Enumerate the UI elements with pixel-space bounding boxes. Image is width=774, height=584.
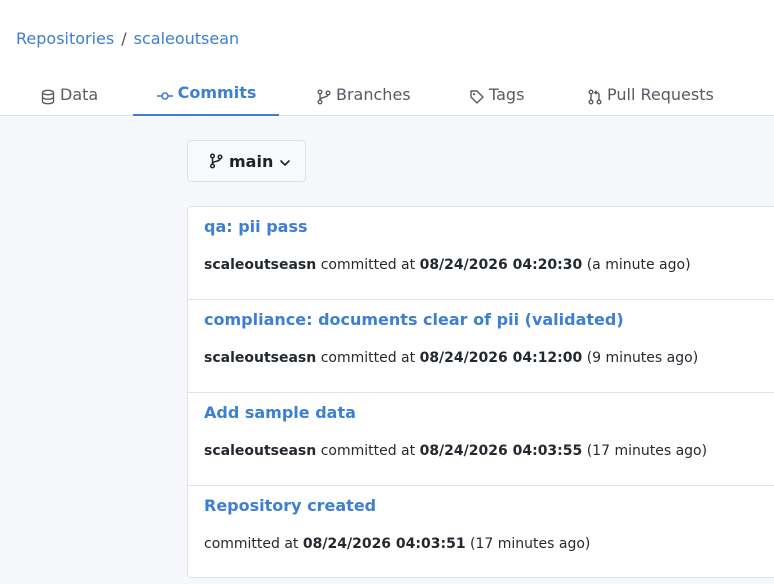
tab-pull-requests[interactable]: Pull Requests (587, 78, 714, 116)
branch-icon (316, 89, 332, 105)
commit-label: committed at (320, 257, 416, 273)
branch-icon (209, 153, 223, 169)
tab-commits-label: Commits (177, 83, 257, 102)
commit-meta: scaleoutseasn committed at 08/24/2026 04… (204, 443, 707, 459)
tab-tags-label: Tags (489, 85, 525, 104)
tab-branches-label: Branches (336, 85, 411, 104)
tab-pull-requests-label: Pull Requests (607, 85, 714, 104)
tab-commits[interactable]: Commits (133, 78, 279, 116)
breadcrumb-repositories-link[interactable]: Repositories (16, 29, 114, 48)
breadcrumb-repo-link[interactable]: scaleoutsean (134, 29, 240, 48)
commit-list: qa: pii pass scaleoutseasn committed at … (187, 206, 774, 578)
breadcrumb-separator: / (121, 29, 127, 48)
commit-meta: scaleoutseasn committed at 08/24/2026 04… (204, 257, 691, 273)
branch-selector-label: main (229, 151, 274, 171)
commit-item: Add sample data scaleoutseasn committed … (188, 393, 774, 486)
commit-timestamp: 08/24/2026 04:20:30 (419, 257, 583, 273)
commit-message-link[interactable]: qa: pii pass (204, 217, 308, 236)
commit-relative-time: (9 minutes ago) (586, 350, 699, 366)
pull-request-icon (587, 89, 603, 105)
commit-item: Repository created committed at 08/24/20… (188, 486, 774, 579)
database-icon (40, 89, 56, 105)
chevron-down-icon (279, 157, 291, 169)
commit-meta: scaleoutseasn committed at 08/24/2026 04… (204, 350, 698, 366)
commit-timestamp: 08/24/2026 04:03:51 (302, 536, 466, 552)
repo-tabs: Data Commits Branches Tags Pull Requests (0, 78, 774, 116)
commit-author: scaleoutseasn (204, 257, 317, 273)
commit-item: compliance: documents clear of pii (vali… (188, 300, 774, 393)
tab-branches[interactable]: Branches (316, 78, 411, 116)
commit-icon (156, 88, 174, 104)
tab-data-label: Data (60, 85, 99, 104)
tab-data[interactable]: Data (40, 78, 98, 116)
commit-relative-time: (a minute ago) (586, 257, 691, 273)
commit-label: committed at (320, 350, 416, 366)
commit-meta: committed at 08/24/2026 04:03:51 (17 min… (204, 536, 590, 552)
tag-icon (469, 89, 485, 105)
commit-label: committed at (204, 536, 299, 552)
commit-author: scaleoutseasn (204, 350, 317, 366)
page-header: Repositories / scaleoutsean Data Commits B… (0, 0, 774, 116)
commit-author: scaleoutseasn (204, 443, 317, 459)
commit-label: committed at (320, 443, 416, 459)
commit-message-link[interactable]: Repository created (204, 496, 376, 515)
commit-relative-time: (17 minutes ago) (586, 443, 708, 459)
commit-timestamp: 08/24/2026 04:12:00 (419, 350, 583, 366)
branch-selector-button[interactable]: main (187, 140, 306, 182)
tab-tags[interactable]: Tags (469, 78, 524, 116)
commit-message-link[interactable]: compliance: documents clear of pii (vali… (204, 310, 624, 329)
commit-message-link[interactable]: Add sample data (204, 403, 356, 422)
commit-item: qa: pii pass scaleoutseasn committed at … (188, 207, 774, 300)
commit-timestamp: 08/24/2026 04:03:55 (419, 443, 583, 459)
commit-relative-time: (17 minutes ago) (470, 536, 591, 552)
breadcrumb: Repositories / scaleoutsean (16, 29, 239, 48)
